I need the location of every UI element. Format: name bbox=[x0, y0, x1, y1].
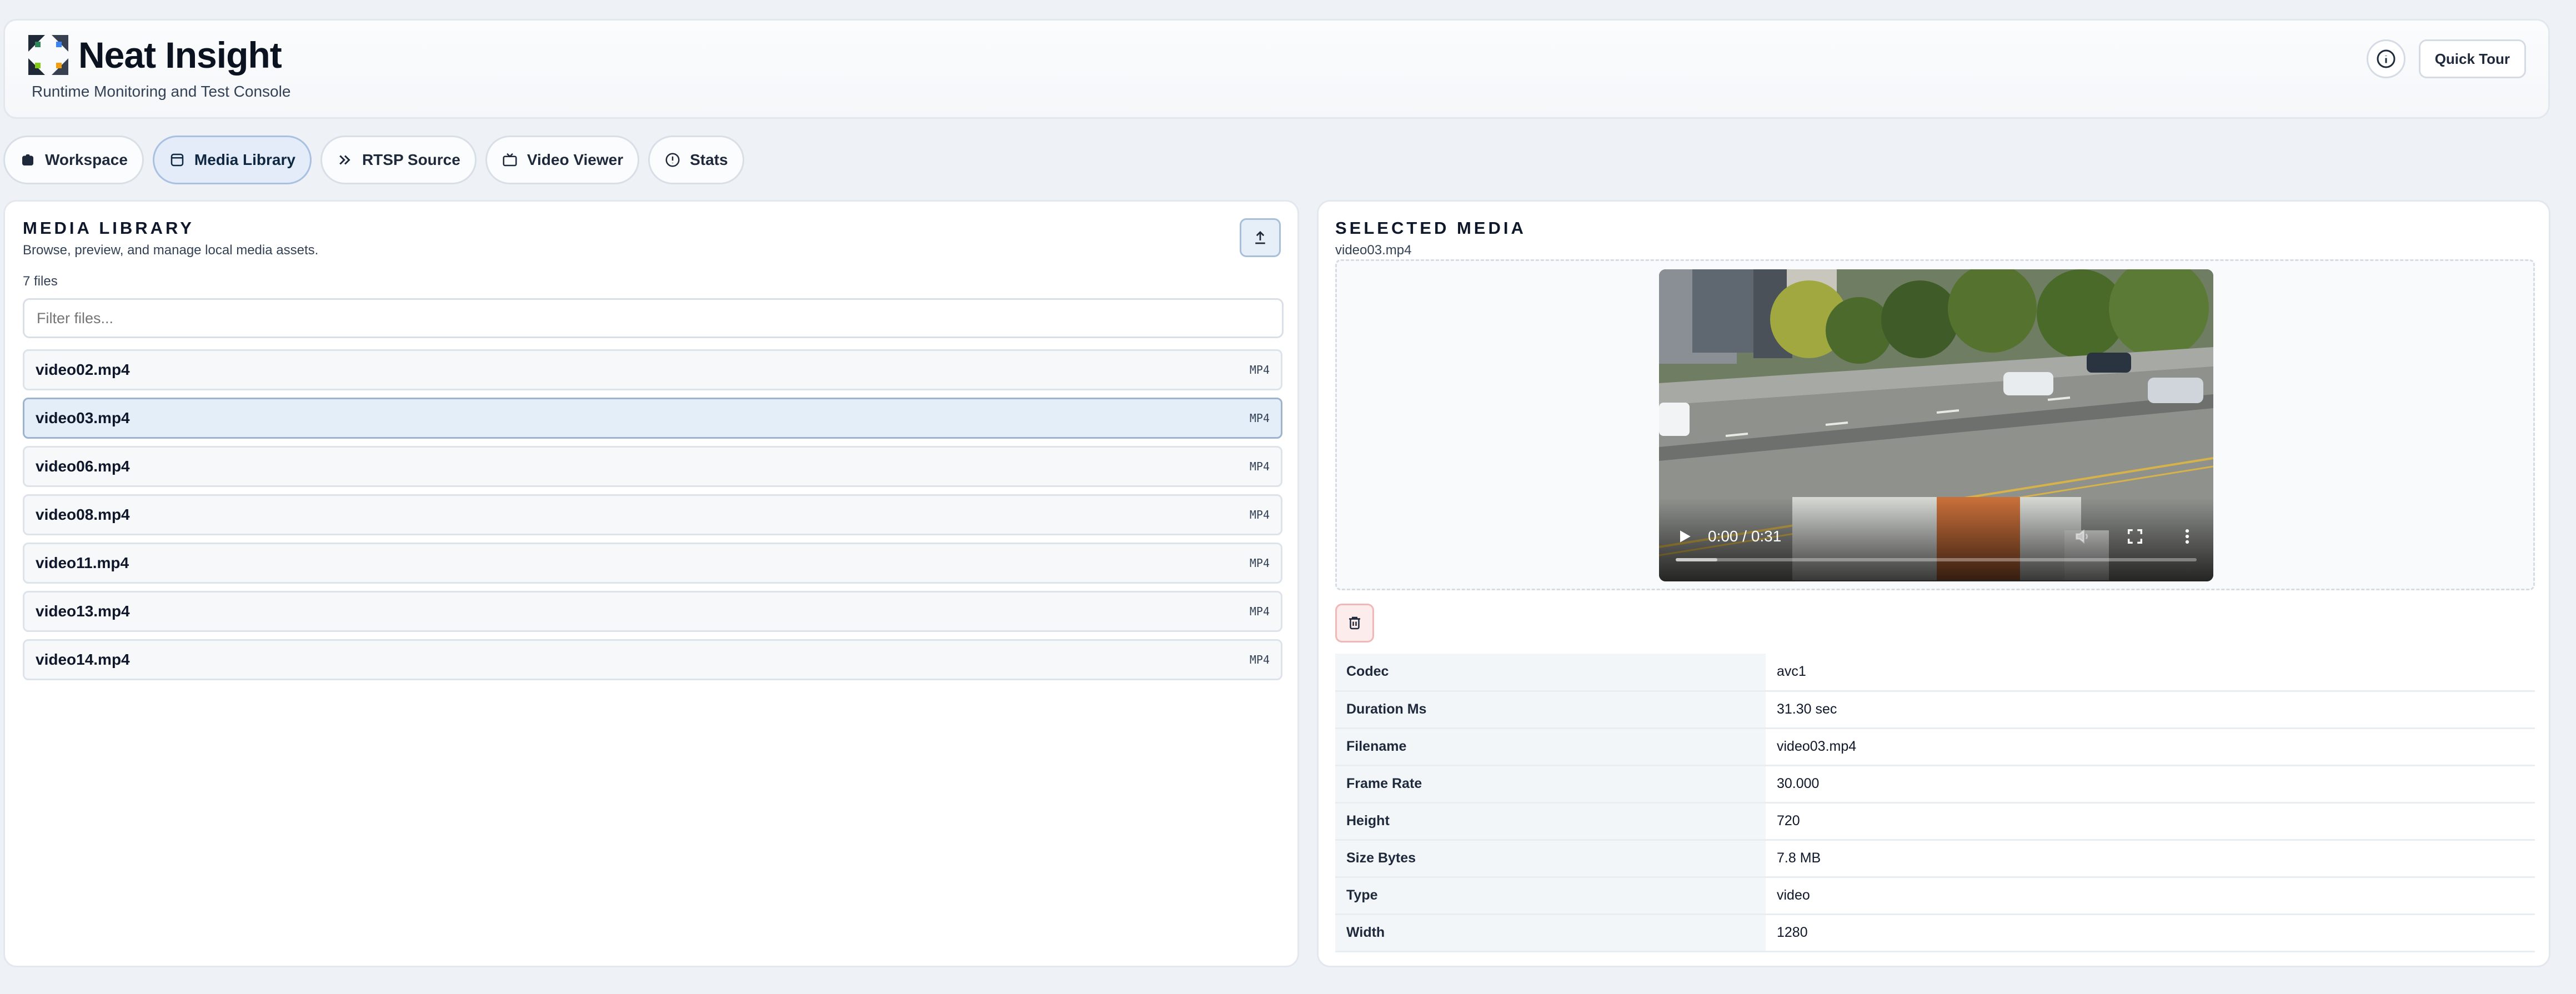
app-root: Neat Insight Runtime Monitoring and Test… bbox=[0, 0, 2576, 994]
tab-workspace[interactable]: Workspace bbox=[3, 135, 144, 184]
metadata-row: Duration Ms 31.30 sec bbox=[1335, 691, 2535, 728]
file-row[interactable]: video02.mp4 MP4 bbox=[23, 349, 1282, 390]
metadata-value: 30.000 bbox=[1777, 776, 1820, 791]
selected-media-panel: SELECTED MEDIA video03.mp4 0:00 / 0:31 C… bbox=[1317, 200, 2550, 967]
controls-row: 0:00 / 0:31 bbox=[1676, 527, 2197, 546]
metadata-key: Duration Ms bbox=[1335, 691, 1766, 728]
file-list: video02.mp4 MP4 video03.mp4 MP4 video06.… bbox=[23, 349, 1282, 687]
file-type-badge: MP4 bbox=[1249, 460, 1270, 473]
library-title: MEDIA LIBRARY bbox=[23, 218, 194, 238]
file-name: video03.mp4 bbox=[36, 409, 130, 426]
video-progress-bar[interactable] bbox=[1676, 558, 2197, 561]
file-name: video06.mp4 bbox=[36, 458, 130, 475]
metadata-value: 31.30 sec bbox=[1777, 701, 1837, 717]
tab-rtsp-source[interactable]: RTSP Source bbox=[320, 135, 477, 184]
file-name: video02.mp4 bbox=[36, 361, 130, 378]
logo-icon bbox=[28, 35, 68, 75]
metadata-key: Width bbox=[1335, 914, 1766, 951]
file-row-selected[interactable]: video03.mp4 MP4 bbox=[23, 398, 1282, 439]
tab-label: Stats bbox=[690, 151, 728, 168]
filter-input[interactable] bbox=[23, 298, 1284, 338]
metadata-key: Filename bbox=[1335, 728, 1766, 765]
metadata-row: Width 1280 bbox=[1335, 914, 2535, 951]
metadata-key: Codec bbox=[1335, 654, 1766, 691]
metadata-row: Filename video03.mp4 bbox=[1335, 728, 2535, 765]
file-name: video13.mp4 bbox=[36, 603, 130, 620]
file-type-badge: MP4 bbox=[1249, 556, 1270, 570]
metadata-value: 1280 bbox=[1777, 925, 1808, 940]
media-icon bbox=[171, 153, 184, 167]
selected-header: SELECTED MEDIA video03.mp4 bbox=[1335, 218, 1526, 258]
metadata-row: Type video bbox=[1335, 877, 2535, 914]
fullscreen-icon[interactable] bbox=[2126, 527, 2144, 546]
file-row[interactable]: video06.mp4 MP4 bbox=[23, 446, 1282, 487]
metadata-key: Frame Rate bbox=[1335, 765, 1766, 802]
file-row[interactable]: video08.mp4 MP4 bbox=[23, 494, 1282, 535]
metadata-value: video03.mp4 bbox=[1777, 739, 1857, 754]
selected-filename: video03.mp4 bbox=[1335, 243, 1412, 258]
metadata-key: Size Bytes bbox=[1335, 840, 1766, 877]
main-tabs: Workspace Media Library RTSP Source Vide… bbox=[3, 135, 744, 184]
workspace-icon bbox=[22, 154, 33, 165]
file-type-badge: MP4 bbox=[1249, 411, 1270, 425]
metadata-value: 720 bbox=[1777, 813, 1800, 829]
info-button[interactable] bbox=[2366, 39, 2405, 78]
play-icon[interactable] bbox=[1676, 528, 1693, 545]
brand: Neat Insight bbox=[28, 34, 282, 76]
tab-label: Video Viewer bbox=[527, 151, 624, 168]
tv-icon bbox=[503, 153, 517, 167]
tab-video-viewer[interactable]: Video Viewer bbox=[485, 135, 640, 184]
metadata-key: Height bbox=[1335, 802, 1766, 840]
selected-title: SELECTED MEDIA bbox=[1335, 218, 1526, 238]
file-row[interactable]: video13.mp4 MP4 bbox=[23, 591, 1282, 632]
video-player[interactable]: 0:00 / 0:31 bbox=[1659, 269, 2213, 581]
metadata-table: Codec avc1 Duration Ms 31.30 sec Filenam… bbox=[1335, 654, 2535, 952]
app-title: Neat Insight bbox=[78, 34, 282, 76]
app-subtitle: Runtime Monitoring and Test Console bbox=[32, 83, 291, 100]
rtsp-icon bbox=[339, 155, 350, 165]
file-name: video14.mp4 bbox=[36, 651, 130, 668]
file-type-badge: MP4 bbox=[1249, 508, 1270, 521]
metadata-value: video bbox=[1777, 887, 1810, 903]
file-row[interactable]: video11.mp4 MP4 bbox=[23, 543, 1282, 584]
metadata-row: Height 720 bbox=[1335, 802, 2535, 840]
library-header: MEDIA LIBRARY Browse, preview, and manag… bbox=[23, 218, 318, 258]
tab-label: Workspace bbox=[45, 151, 128, 168]
metadata-row: Size Bytes 7.8 MB bbox=[1335, 840, 2535, 877]
file-type-badge: MP4 bbox=[1249, 363, 1270, 376]
info-icon bbox=[2377, 49, 2395, 68]
metadata-key: Type bbox=[1335, 877, 1766, 914]
preview-area: 0:00 / 0:31 bbox=[1335, 259, 2535, 590]
metadata-row: Frame Rate 30.000 bbox=[1335, 765, 2535, 802]
trash-icon bbox=[1349, 616, 1360, 630]
file-type-badge: MP4 bbox=[1249, 653, 1270, 666]
tab-stats[interactable]: Stats bbox=[648, 135, 744, 184]
volume-icon[interactable] bbox=[2073, 527, 2092, 546]
time-display: 0:00 / 0:31 bbox=[1708, 528, 1782, 545]
more-options-icon[interactable] bbox=[2178, 527, 2197, 546]
quick-tour-button[interactable]: Quick Tour bbox=[2418, 39, 2526, 78]
file-name: video08.mp4 bbox=[36, 506, 130, 523]
app-header: Neat Insight Runtime Monitoring and Test… bbox=[3, 19, 2550, 119]
stats-icon bbox=[665, 153, 680, 167]
library-subtitle: Browse, preview, and manage local media … bbox=[23, 243, 319, 258]
tab-media-library[interactable]: Media Library bbox=[152, 135, 312, 184]
tab-label: RTSP Source bbox=[362, 151, 460, 168]
upload-button[interactable] bbox=[1240, 218, 1281, 257]
media-library-panel: MEDIA LIBRARY Browse, preview, and manag… bbox=[3, 200, 1299, 967]
header-actions: Quick Tour bbox=[2366, 39, 2526, 78]
metadata-row: Codec avc1 bbox=[1335, 654, 2535, 691]
file-type-badge: MP4 bbox=[1249, 605, 1270, 618]
file-count: 7 files bbox=[23, 274, 58, 289]
metadata-value: 7.8 MB bbox=[1777, 850, 1821, 866]
metadata-value: avc1 bbox=[1777, 664, 1806, 680]
upload-icon bbox=[1255, 231, 1265, 244]
delete-button[interactable] bbox=[1335, 604, 1374, 642]
video-controls: 0:00 / 0:31 bbox=[1659, 498, 2213, 581]
file-row[interactable]: video14.mp4 MP4 bbox=[23, 639, 1282, 680]
tab-label: Media Library bbox=[194, 151, 295, 168]
file-name: video11.mp4 bbox=[36, 554, 129, 571]
